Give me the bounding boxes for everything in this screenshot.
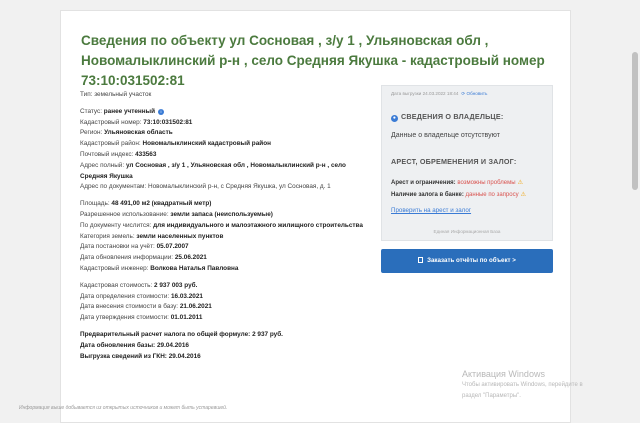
prop-cadastral-engineer: Кадастровый инженер: Волкова Наталья Пав…: [80, 264, 239, 272]
arrest-row: Арест и ограничения: возможны проблемы ⚠: [391, 180, 523, 186]
prop-cadastral-number: Кадастровый номер: 73:10:031502:81: [80, 118, 193, 126]
user-icon: ●: [391, 115, 398, 122]
warning-icon: ⚠: [520, 192, 526, 198]
prop-egrn-export-date: Выгрузка сведений из ГКН: 29.04.2016: [80, 352, 201, 360]
prop-type: Тип: земельный участок: [80, 91, 152, 98]
document-icon: [418, 257, 424, 263]
prop-address-doc: Адрес по документам: Новомалыклинский р-…: [80, 183, 331, 191]
prop-cost-entry-date: Дата внесения стоимости в базу: 21.06.20…: [80, 303, 212, 311]
scrollbar-thumb[interactable]: [632, 52, 638, 190]
export-date: Дата выгрузки 24.03.2022 18:44 ⟳ Обновить: [391, 91, 488, 96]
prop-postal-code: Почтовый индекс: 433563: [80, 150, 157, 158]
prop-status: Статус: ранее учтенный i: [80, 107, 370, 118]
prop-region: Регион: Ульяновская область: [80, 129, 173, 137]
owner-panel: Дата выгрузки 24.03.2022 18:44 ⟳ Обновить…: [381, 85, 553, 241]
owner-heading: ● СВЕДЕНИЯ О ВЛАДЕЛЬЦЕ:: [391, 112, 504, 122]
arrest-heading: АРЕСТ, ОБРЕМЕНЕНИЯ И ЗАЛОГ:: [391, 157, 517, 166]
windows-activation-watermark: Активация Windows Чтобы активировать Win…: [462, 369, 583, 399]
prop-cost-approval-date: Дата утверждения стоимости: 01.01.2011: [80, 314, 203, 322]
pledge-row: Наличие залога в банке: данные по запрос…: [391, 192, 526, 198]
prop-district: Кадастровый район: Новомалыклинский када…: [80, 140, 271, 148]
page-title: Сведения по объекту ул Сосновая , з/у 1 …: [81, 33, 545, 88]
prop-tax-estimate: Предварительный расчет налога по общей ф…: [80, 330, 283, 338]
prop-permitted-use: Разрешенное использование: земли запаса …: [80, 210, 273, 218]
prop-info-update-date: Дата обновления информации: 25.06.2021: [80, 254, 207, 262]
owner-text: Данные о владельце отсутствуют: [391, 132, 500, 139]
prop-cost-determination-date: Дата определения стоимости: 16.03.2021: [80, 292, 203, 300]
prop-registration-date: Дата постановки на учёт: 05.07.2007: [80, 243, 189, 251]
prop-address-full: Адрес полный: ул Сосновая , з/у 1 , Улья…: [80, 161, 346, 180]
prop-base-update-date: Дата обновления базы: 29.04.2016: [80, 341, 189, 349]
prop-document-use: По документу числится: для индивидуально…: [80, 221, 363, 229]
info-icon[interactable]: i: [158, 108, 165, 115]
prop-land-category: Категория земель: земли населенных пункт…: [80, 232, 224, 240]
check-arrest-link[interactable]: Проверить на арест и залог: [391, 207, 471, 214]
prop-cadastral-cost: Кадастровая стоимость: 2 937 003 руб.: [80, 281, 198, 289]
warning-icon: ⚠: [517, 180, 523, 186]
prop-area: Площадь: 48 491,00 м2 (квадратный метр): [80, 200, 212, 208]
refresh-icon: ⟳: [461, 91, 466, 96]
scrollbar[interactable]: [630, 0, 640, 423]
object-properties: Тип: земельный участок Статус: ранее учт…: [80, 90, 370, 362]
refresh-link[interactable]: ⟳ Обновить: [461, 91, 487, 96]
disclaimer-note: Информация выше добывается из открытых и…: [19, 405, 228, 411]
base-note: Единая Информационная База: [433, 229, 501, 234]
order-report-button[interactable]: Заказать отчёты по объект >: [381, 249, 553, 273]
